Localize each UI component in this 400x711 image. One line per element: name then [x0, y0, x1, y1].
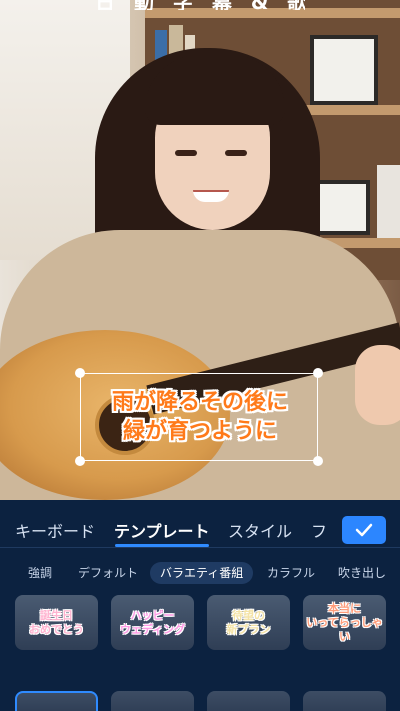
template-tile[interactable] — [207, 691, 290, 711]
chip-variety-show[interactable]: バラエティ番組 — [150, 562, 254, 584]
template-preview-text: 本当に いってらっしゃい — [303, 602, 386, 644]
template-preview-text: 待望の 新プラン — [227, 609, 271, 637]
video-preview: 日 動 字 幕 & 歌 詞 雨が降るその後に 緑が育つように — [0, 0, 400, 500]
resize-handle-bottom-right[interactable] — [313, 456, 323, 466]
template-preview-text: 誕生日 おめでとう — [29, 609, 84, 637]
chip-emphasis[interactable]: 強調 — [28, 562, 52, 584]
picture-frame — [310, 35, 378, 105]
resize-handle-top-right[interactable] — [313, 368, 323, 378]
caption-edit-panel: キーボード テンプレート スタイル フ 強調 デフォルト バラエティ番組 カラフ… — [0, 500, 400, 711]
confirm-button[interactable] — [342, 516, 386, 544]
chip-default[interactable]: デフォルト — [78, 562, 138, 584]
tab-style[interactable]: スタイル — [228, 518, 292, 542]
template-preview-line: 誕生日 — [40, 608, 73, 622]
template-tile[interactable] — [111, 691, 194, 711]
person-hand — [355, 345, 400, 425]
active-tab-indicator — [115, 544, 209, 547]
template-preview-line: いってらっしゃい — [306, 615, 383, 643]
template-tile[interactable]: 待望の 新プラン — [207, 595, 290, 650]
tab-template[interactable]: テンプレート — [114, 518, 210, 542]
checkmark-icon — [355, 523, 373, 537]
picture-frame — [315, 180, 370, 235]
template-preview-line: ウェディング — [119, 622, 186, 636]
caption-line-2: 緑が育つように — [122, 419, 277, 444]
caption-text[interactable]: 雨が降るその後に 緑が育つように — [81, 388, 319, 446]
tab-bar: キーボード テンプレート スタイル フ — [0, 500, 400, 548]
category-chip-bar: 強調 デフォルト バラエティ番組 カラフル 吹き出し — [0, 558, 400, 588]
person-eye — [225, 150, 247, 156]
resize-handle-top-left[interactable] — [75, 368, 85, 378]
person-eye — [175, 150, 197, 156]
chip-colorful[interactable]: カラフル — [267, 562, 315, 584]
video-title-overlay: 日 動 字 幕 & 歌 詞 — [95, 0, 305, 10]
template-preview-text: ハッピー ウェディング — [120, 609, 185, 637]
template-tile[interactable]: 誕生日 おめでとう — [15, 595, 98, 650]
caption-selection-box[interactable]: 雨が降るその後に 緑が育つように — [75, 368, 323, 466]
template-preview-line: 待望の — [232, 608, 265, 622]
person-bangs — [145, 55, 285, 125]
template-tile-selected[interactable] — [15, 691, 98, 711]
template-tile[interactable]: 本当に いってらっしゃい — [303, 595, 386, 650]
template-preview-line: おめでとう — [29, 622, 84, 636]
template-grid: 誕生日 おめでとう ハッピー ウェディング 待望の 新プラン 本当に いってらっしゃい — [0, 595, 400, 711]
tab-keyboard[interactable]: キーボード — [15, 518, 95, 542]
resize-handle-bottom-left[interactable] — [75, 456, 85, 466]
caption-line-1: 雨が降るその後に — [111, 390, 288, 415]
template-tile[interactable] — [303, 691, 386, 711]
chip-speech-bubble[interactable]: 吹き出し — [338, 562, 386, 584]
tab-font[interactable]: フ — [311, 518, 327, 542]
template-preview-line: 新プラン — [226, 622, 271, 636]
template-preview-line: ハッピー — [130, 608, 175, 622]
template-tile[interactable]: ハッピー ウェディング — [111, 595, 194, 650]
template-preview-line: 本当に — [328, 601, 361, 615]
book — [377, 165, 400, 238]
